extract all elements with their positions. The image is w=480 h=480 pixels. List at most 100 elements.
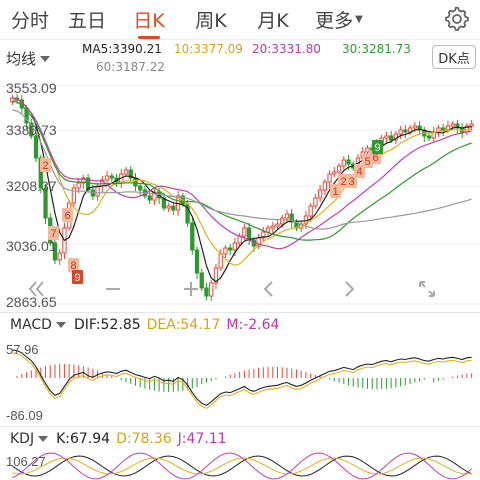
candle-body: [327, 173, 332, 183]
candle-body: [242, 227, 247, 237]
candle-body: [275, 223, 280, 227]
candle-body: [322, 181, 328, 191]
candle-body: [403, 129, 408, 133]
ma30-line: [12, 100, 472, 241]
kdj-d: D:78.36: [116, 431, 172, 447]
candle-body: [104, 175, 110, 181]
divider: [0, 426, 480, 427]
signal-marker-label: 3: [348, 176, 354, 188]
candle-body: [246, 227, 252, 241]
minus-icon[interactable]: [98, 274, 128, 304]
candle-body: [166, 205, 171, 209]
period-tab-bar: 分时 五日 日K 周K 月K 更多 ▼: [0, 0, 480, 40]
signal-marker-label: 4: [356, 166, 362, 178]
candle-body: [284, 213, 290, 219]
kdj-name: KDJ: [10, 431, 35, 447]
candle-body: [270, 225, 275, 229]
caret-down-icon: [38, 436, 49, 442]
double-chevron-left-icon[interactable]: [22, 274, 52, 304]
tab-five-day[interactable]: 五日: [56, 0, 118, 40]
candle-body: [384, 135, 389, 139]
candle-body: [407, 127, 413, 133]
candle-body: [450, 123, 455, 127]
candle-body: [341, 159, 346, 167]
ma5-line: [12, 97, 472, 283]
signal-marker-label: 2: [340, 176, 346, 188]
candle-body: [265, 227, 271, 233]
candle-body: [123, 169, 129, 175]
gear-icon[interactable]: [440, 2, 474, 36]
macd-selector[interactable]: MACD: [10, 317, 74, 333]
caret-down-icon: [40, 55, 51, 62]
candle-body: [398, 129, 403, 135]
candle-body: [109, 175, 114, 179]
candle-body: [308, 205, 313, 217]
signal-marker-label: 2: [42, 160, 48, 172]
ma60-value: 60:3187.22: [96, 60, 165, 74]
price-axis-high: 3553.09: [6, 80, 57, 96]
candle-body: [336, 165, 342, 173]
tab-weekly-k[interactable]: 周K: [180, 0, 242, 40]
candle-body: [280, 217, 285, 225]
candle-body: [209, 282, 214, 297]
ma-selector-label: 均线: [6, 50, 37, 68]
macd-dif: DIF:52.85: [73, 317, 141, 333]
ma20-line: [12, 97, 472, 250]
ma30-value: 30:3281.73: [342, 42, 411, 56]
candle-body: [138, 185, 143, 191]
plus-icon[interactable]: [176, 274, 206, 304]
candle-body: [190, 222, 195, 251]
kdj-k: K:67.94: [56, 431, 111, 447]
caret-down-icon: [55, 322, 66, 328]
candlestick-chart[interactable]: 2678912 345 69: [0, 78, 480, 314]
expand-icon[interactable]: [412, 274, 442, 304]
macd-chart: [12, 349, 473, 410]
ma10-value: 10:3377.09: [174, 42, 243, 56]
dk-point-button[interactable]: DK点: [432, 45, 476, 69]
candle-body: [228, 247, 233, 251]
kdj-axis-top: 106.27: [6, 454, 46, 469]
caret-down-icon: ▼: [355, 14, 363, 25]
candle-body: [445, 125, 451, 131]
macd-name: MACD: [10, 317, 52, 333]
candle-body: [441, 127, 446, 131]
kdj-legend: KDJ K:67.94 D:78.36 J:47.11: [0, 428, 480, 450]
tab-daily-k[interactable]: 日K: [118, 0, 180, 40]
macd-line: [12, 349, 472, 407]
candle-body: [388, 135, 394, 141]
candle-body: [365, 147, 370, 153]
ma-legend: 均线 MA5:3390.21 10:3377.09 20:3331.80 30:…: [0, 42, 480, 76]
macd-line: [12, 352, 472, 410]
candle-body: [469, 123, 474, 127]
kdj-selector[interactable]: KDJ: [10, 431, 56, 447]
macd-axis-top: 57.96: [6, 342, 39, 357]
candle-body: [147, 195, 152, 201]
candle-body: [317, 189, 323, 199]
macd-axis-bottom: -86.09: [6, 408, 43, 423]
ma20-value: 20:3331.80: [252, 42, 321, 56]
candle-body: [133, 177, 138, 187]
ma60-line: [12, 109, 472, 230]
candle-body: [412, 125, 417, 129]
tab-intraday[interactable]: 分时: [0, 0, 56, 40]
kdj-line: [12, 452, 472, 480]
price-axis-label: 3208.37: [6, 178, 57, 194]
chevron-right-icon[interactable]: [334, 274, 364, 304]
kdj-line: [12, 457, 472, 475]
chevron-left-icon[interactable]: [254, 274, 284, 304]
signal-marker-label: 5: [364, 156, 370, 168]
candle-body: [426, 135, 432, 139]
signal-marker-label: 6: [64, 210, 70, 222]
candle-body: [194, 249, 200, 274]
more-menu[interactable]: 更多 ▼: [304, 6, 374, 33]
macd-legend: MACD DIF:52.85 DEA:54.17 M:-2.64: [0, 314, 480, 336]
ma-selector[interactable]: 均线: [6, 48, 51, 69]
candle-body: [76, 182, 81, 189]
divider: [0, 312, 480, 313]
candle-body: [346, 159, 351, 165]
tab-monthly-k[interactable]: 月K: [242, 0, 304, 40]
candle-body: [332, 171, 337, 175]
candle-body: [33, 135, 39, 159]
candle-body: [57, 252, 62, 261]
candle-body: [171, 205, 176, 211]
